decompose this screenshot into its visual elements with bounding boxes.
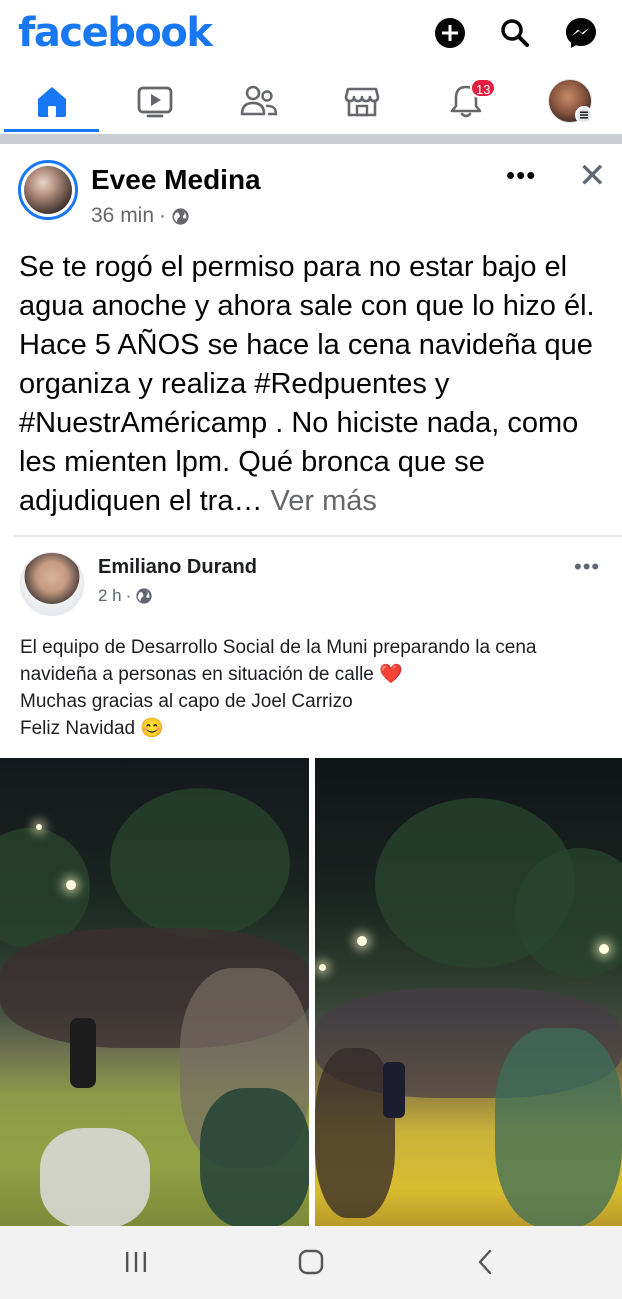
see-more-link[interactable]: Ver más (262, 485, 377, 517)
meta-separator: · (125, 586, 132, 605)
plus-circle-icon[interactable] (432, 15, 468, 51)
back-icon[interactable] (470, 1248, 502, 1276)
post-options-button[interactable]: ••• (506, 160, 536, 191)
friends-icon (240, 85, 278, 116)
android-navigation-bar (0, 1226, 622, 1299)
feed-divider (0, 134, 622, 144)
avatar (548, 79, 593, 124)
menu-icon (575, 106, 593, 124)
tab-friends[interactable] (211, 70, 307, 132)
close-icon[interactable]: ✕ (578, 156, 607, 196)
author-name[interactable]: Evee Medina (91, 164, 261, 196)
shared-post-meta: 2 h · (98, 586, 153, 606)
shared-post-time[interactable]: 2 h (98, 586, 122, 606)
shared-line-3: Feliz Navidad 😊 (20, 718, 165, 739)
facebook-logo[interactable]: facebook (18, 10, 213, 56)
post-time[interactable]: 36 min (91, 204, 154, 228)
search-icon[interactable] (497, 15, 533, 51)
tab-menu[interactable] (522, 70, 618, 132)
home-icon (38, 87, 66, 117)
meta-separator: · (159, 204, 167, 227)
shared-line-1: El equipo de Desarrollo Social de la Mun… (20, 637, 537, 685)
shared-author-name[interactable]: Emiliano Durand (98, 556, 257, 579)
post-text: Se te rogó el permiso para no estar bajo… (19, 248, 614, 521)
shared-divider (14, 535, 622, 537)
tab-watch[interactable] (107, 70, 203, 132)
main-nav: 13 (0, 70, 622, 134)
top-bar: facebook (0, 0, 622, 70)
shared-line-2: Muchas gracias al capo de Joel Carrizo (20, 691, 353, 712)
shared-post-text: El equipo de Desarrollo Social de la Mun… (20, 634, 610, 742)
shared-post-options-button[interactable]: ••• (574, 554, 600, 580)
post-photo-right[interactable] (315, 758, 622, 1226)
post-meta: 36 min · (91, 204, 190, 228)
marketplace-icon (344, 87, 380, 117)
video-icon (137, 86, 173, 118)
tab-notifications[interactable]: 13 (418, 70, 514, 132)
shared-author-avatar[interactable] (20, 552, 84, 616)
active-tab-indicator (4, 129, 99, 132)
tab-home[interactable] (4, 70, 100, 132)
post-body: Se te rogó el permiso para no estar bajo… (19, 251, 595, 517)
smile-emoji: 😊 (140, 718, 165, 739)
home-button-icon[interactable] (295, 1248, 327, 1276)
author-avatar[interactable] (18, 160, 78, 220)
recent-apps-icon[interactable] (120, 1248, 152, 1276)
post-photo-left[interactable] (0, 758, 309, 1226)
notification-badge: 13 (470, 78, 497, 98)
messenger-icon[interactable] (563, 15, 599, 51)
globe-icon (172, 207, 189, 225)
globe-icon (136, 588, 152, 604)
heart-emoji: ❤️ (379, 664, 403, 685)
tab-marketplace[interactable] (314, 70, 410, 132)
